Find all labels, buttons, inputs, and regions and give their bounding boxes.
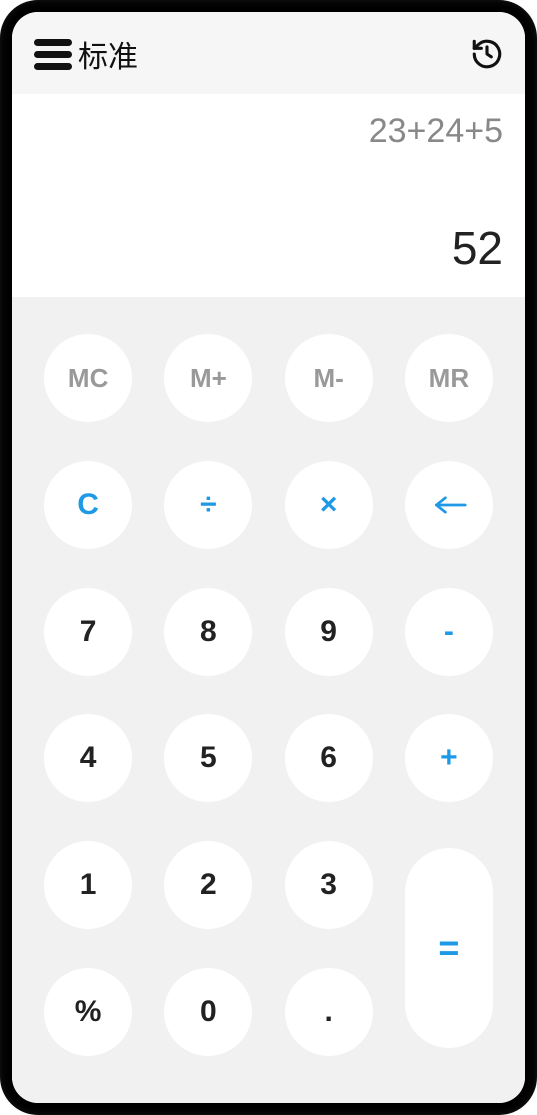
six-button[interactable]: 6	[285, 714, 373, 802]
two-button[interactable]: 2	[164, 841, 252, 929]
result-text: 52	[452, 221, 503, 275]
equals-button[interactable]: =	[405, 848, 493, 1048]
plus-button[interactable]: +	[405, 714, 493, 802]
clear-button[interactable]: C	[44, 461, 132, 549]
five-button[interactable]: 5	[164, 714, 252, 802]
decimal-button[interactable]: .	[285, 968, 373, 1056]
nine-button[interactable]: 9	[285, 588, 373, 676]
phone-frame: 标准 23+24+5 52 MC M+ M- MR C ÷ ×	[0, 0, 537, 1115]
memory-clear-button[interactable]: MC	[44, 334, 132, 422]
backspace-button[interactable]	[405, 461, 493, 549]
one-button[interactable]: 1	[44, 841, 132, 929]
header-title: 标准	[78, 32, 138, 76]
keypad: MC M+ M- MR C ÷ × 7 8 9 - 4 5 6 +	[12, 297, 525, 1103]
four-button[interactable]: 4	[44, 714, 132, 802]
memory-recall-button[interactable]: MR	[405, 334, 493, 422]
eight-button[interactable]: 8	[164, 588, 252, 676]
header-left: 标准	[34, 32, 138, 76]
memory-minus-button[interactable]: M-	[285, 334, 373, 422]
history-icon[interactable]	[469, 36, 505, 72]
expression-text: 23+24+5	[369, 112, 503, 151]
seven-button[interactable]: 7	[44, 588, 132, 676]
menu-icon[interactable]	[34, 39, 72, 70]
divide-button[interactable]: ÷	[164, 461, 252, 549]
display-area: 23+24+5 52	[12, 94, 525, 297]
percent-button[interactable]: %	[44, 968, 132, 1056]
memory-plus-button[interactable]: M+	[164, 334, 252, 422]
multiply-button[interactable]: ×	[285, 461, 373, 549]
minus-button[interactable]: -	[405, 588, 493, 676]
zero-button[interactable]: 0	[164, 968, 252, 1056]
header: 标准	[12, 12, 525, 94]
phone-screen: 标准 23+24+5 52 MC M+ M- MR C ÷ ×	[12, 12, 525, 1103]
three-button[interactable]: 3	[285, 841, 373, 929]
